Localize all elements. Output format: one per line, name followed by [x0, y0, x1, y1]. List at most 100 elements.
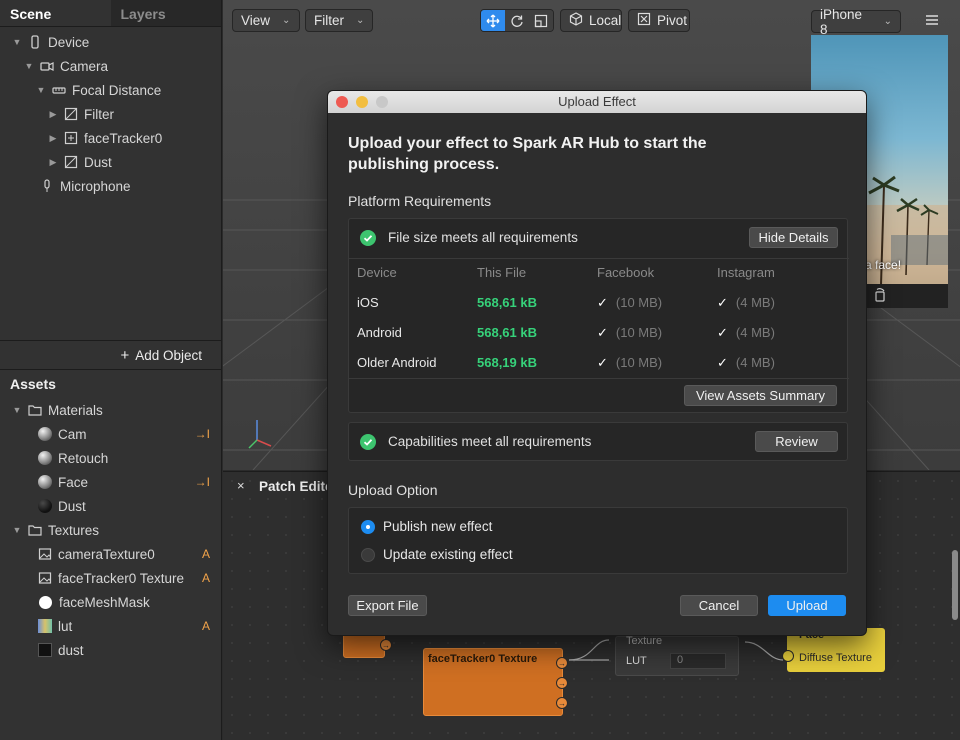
platform-requirements-title: Platform Requirements — [348, 193, 492, 209]
asset-folder-textures[interactable]: ▼ Textures — [0, 518, 222, 542]
vertical-scrollbar[interactable] — [952, 550, 958, 620]
size-cell: 568,19 kB — [477, 355, 537, 370]
asset-material-cam[interactable]: Cam →I — [0, 422, 222, 446]
folder-label: Materials — [48, 402, 103, 418]
scene-item-filter[interactable]: ▶ Filter — [0, 102, 221, 126]
minimize-window-button[interactable] — [356, 96, 368, 108]
scene-item-focal-distance[interactable]: ▼ Focal Distance — [0, 78, 221, 102]
expand-arrow-icon[interactable]: ▼ — [12, 525, 22, 535]
scene-item-label: Focal Distance — [72, 82, 162, 98]
asset-material-retouch[interactable]: Retouch — [0, 446, 222, 470]
zoom-window-button[interactable] — [376, 96, 388, 108]
expand-arrow-icon[interactable]: ▼ — [36, 85, 46, 95]
folder-label: Textures — [48, 522, 100, 538]
instagram-limit: (4 MB) — [735, 295, 775, 310]
scale-tool-button[interactable] — [529, 10, 553, 31]
scene-item-label: Filter — [84, 106, 114, 122]
asset-label: lut — [58, 618, 73, 634]
hamburger-menu-icon[interactable] — [923, 12, 941, 28]
scene-item-label: Dust — [84, 154, 112, 170]
move-tool-button[interactable] — [481, 10, 505, 31]
scene-item-label: Device — [48, 34, 90, 50]
option-label: Publish new effect — [383, 519, 493, 534]
asset-texture-dust[interactable]: dust — [0, 638, 222, 662]
review-button[interactable]: Review — [755, 431, 838, 452]
option-update-existing[interactable]: Update existing effect — [361, 547, 513, 562]
view-dropdown[interactable]: View ⌄ — [232, 9, 300, 32]
add-object-label: Add Object — [135, 347, 202, 363]
collapsed-arrow-icon[interactable]: ▶ — [48, 133, 58, 144]
expand-arrow-icon[interactable]: ▼ — [12, 405, 22, 415]
spark-ar-studio: Scene Layers ▼ Device ▼ Camera ▼ Focal D… — [0, 0, 960, 740]
asset-texture-camera[interactable]: cameraTexture0 A — [0, 542, 222, 566]
scene-item-dust[interactable]: ▶ Dust — [0, 150, 221, 174]
scale-icon — [534, 14, 548, 27]
folder-icon — [28, 403, 42, 417]
folder-icon — [28, 523, 42, 537]
mask-icon — [39, 595, 52, 609]
microphone-icon — [40, 179, 54, 193]
scene-item-label: Camera — [60, 58, 109, 74]
rotate-tool-button[interactable] — [505, 10, 529, 31]
cancel-button[interactable]: Cancel — [680, 595, 758, 616]
radio-unselected[interactable] — [361, 547, 375, 562]
asset-material-dust[interactable]: Dust — [0, 494, 222, 518]
facebook-limit: (10 MB) — [615, 355, 663, 370]
column-header: This File — [477, 265, 527, 280]
lut-thumbnail-icon — [38, 619, 52, 633]
a-badge: A — [201, 571, 210, 585]
column-header: Facebook — [597, 265, 655, 280]
instagram-limit: (4 MB) — [735, 355, 775, 370]
plus-icon: + — [120, 346, 130, 364]
scene-item-device[interactable]: ▼ Device — [0, 30, 221, 54]
asset-folder-materials[interactable]: ▼ Materials — [0, 398, 222, 422]
filter-dropdown[interactable]: Filter ⌄ — [305, 9, 373, 32]
add-object-button[interactable]: + Add Object — [0, 340, 222, 370]
collapsed-arrow-icon[interactable]: ▶ — [48, 109, 58, 120]
view-assets-summary-button[interactable]: View Assets Summary — [684, 385, 837, 406]
asset-label: faceMeshMask — [59, 594, 150, 610]
expand-arrow-icon[interactable]: ▼ — [24, 61, 34, 71]
tick-icon: ✓ — [717, 355, 728, 370]
tick-icon: ✓ — [597, 325, 608, 340]
success-check-icon — [360, 230, 376, 246]
size-cell: 568,61 kB — [477, 295, 537, 310]
asset-texture-facetracker[interactable]: faceTracker0 Texture A — [0, 566, 222, 590]
local-label: Local — [589, 13, 622, 28]
view-label: View — [241, 13, 271, 28]
upload-option-title: Upload Option — [348, 482, 438, 498]
tick-icon: ✓ — [597, 355, 608, 370]
collapsed-arrow-icon[interactable]: ▶ — [48, 157, 58, 168]
tab-scene[interactable]: Scene — [0, 0, 111, 26]
close-window-button[interactable] — [336, 96, 348, 108]
tab-layers[interactable]: Layers — [111, 0, 222, 26]
export-file-button[interactable]: Export File — [348, 595, 427, 616]
radio-selected[interactable] — [361, 519, 375, 534]
capabilities-box: Capabilities meet all requirements Revie… — [348, 422, 848, 461]
asset-texture-facemeshmask[interactable]: faceMeshMask — [0, 590, 222, 614]
upload-button[interactable]: Upload — [768, 595, 846, 616]
scene-item-camera[interactable]: ▼ Camera — [0, 54, 221, 78]
scene-item-facetracker[interactable]: ▶ faceTracker0 — [0, 126, 221, 150]
instagram-limit: (4 MB) — [735, 325, 775, 340]
tick-icon: ✓ — [717, 325, 728, 340]
asset-material-face[interactable]: Face →I — [0, 470, 222, 494]
device-dropdown[interactable]: iPhone 8 ⌄ — [811, 7, 901, 37]
scene-item-label: faceTracker0 — [84, 130, 163, 146]
pivot-toggle[interactable]: Pivot — [628, 9, 690, 32]
a-badge: A — [201, 619, 210, 633]
expand-arrow-icon[interactable]: ▼ — [12, 37, 22, 47]
option-publish-new[interactable]: Publish new effect — [361, 519, 492, 534]
rotate-icon — [511, 15, 523, 27]
left-panel: Scene Layers ▼ Device ▼ Camera ▼ Focal D… — [0, 0, 222, 740]
scene-item-microphone[interactable]: Microphone — [0, 174, 221, 198]
hide-details-button[interactable]: Hide Details — [749, 227, 838, 248]
chevron-down-icon: ⌄ — [282, 15, 291, 26]
linked-badge-icon: →I — [194, 475, 210, 489]
rotate-device-icon[interactable] — [873, 287, 887, 305]
local-toggle[interactable]: Local — [560, 9, 622, 32]
dust-thumbnail-icon — [38, 643, 52, 657]
dialog-headline: Upload your effect to Spark AR Hub to st… — [348, 135, 707, 173]
asset-texture-lut[interactable]: lut A — [0, 614, 222, 638]
material-sphere-icon — [38, 427, 52, 441]
